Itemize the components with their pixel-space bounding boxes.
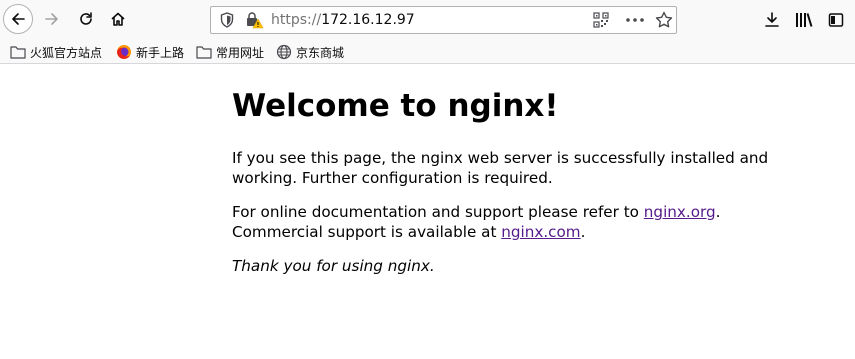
page-title: Welcome to nginx!	[232, 88, 559, 124]
intro-paragraph: If you see this page, the nginx web serv…	[232, 149, 769, 187]
support-period: .	[715, 203, 721, 221]
bookmark-item[interactable]: 新手上路	[116, 43, 184, 61]
url-text[interactable]: https://172.16.12.97	[271, 12, 415, 28]
lock-warning-icon[interactable]	[245, 11, 265, 29]
arrow-left-icon	[12, 13, 25, 25]
folder-icon	[10, 44, 26, 60]
nginx-org-link[interactable]: nginx.org	[644, 203, 716, 221]
bookmark-item[interactable]: 火狐官方站点	[10, 43, 102, 61]
url-host: 172.16.12.97	[321, 12, 415, 28]
support-paragraph: For online documentation and support ple…	[232, 202, 720, 242]
library-icon[interactable]	[794, 11, 814, 29]
qr-code-icon[interactable]	[593, 12, 609, 28]
reload-icon	[80, 12, 92, 25]
folder-icon	[196, 44, 212, 60]
url-protocol: https://	[271, 12, 322, 28]
download-icon[interactable]	[762, 11, 782, 29]
arrow-right-icon	[45, 13, 58, 25]
bookmark-label: 京东商城	[296, 45, 345, 60]
home-button[interactable]	[104, 5, 132, 33]
nginx-com-link[interactable]: nginx.com	[501, 223, 580, 241]
bookmark-item[interactable]: 常用网址	[196, 43, 264, 61]
forward-button[interactable]	[38, 5, 66, 33]
home-icon	[111, 12, 125, 26]
thanks-paragraph: Thank you for using nginx.	[232, 257, 435, 275]
bookmark-item[interactable]: 京东商城	[276, 43, 344, 61]
more-icon[interactable]	[625, 12, 645, 28]
back-button[interactable]	[3, 4, 33, 34]
star-icon[interactable]	[655, 11, 673, 29]
firefox-icon	[116, 44, 132, 60]
globe-icon	[276, 44, 292, 60]
commercial-text: Commercial support is available at	[232, 223, 502, 241]
bookmark-label: 常用网址	[216, 45, 265, 60]
bookmark-label: 新手上路	[136, 45, 185, 60]
support-text: For online documentation and support ple…	[232, 203, 644, 221]
shield-icon[interactable]	[219, 12, 235, 28]
reload-button[interactable]	[72, 5, 100, 33]
bookmark-label: 火狐官方站点	[30, 45, 103, 60]
url-bar[interactable]: https://172.16.12.97	[210, 6, 677, 34]
commercial-period: .	[580, 223, 586, 241]
sidebar-icon[interactable]	[826, 11, 846, 29]
